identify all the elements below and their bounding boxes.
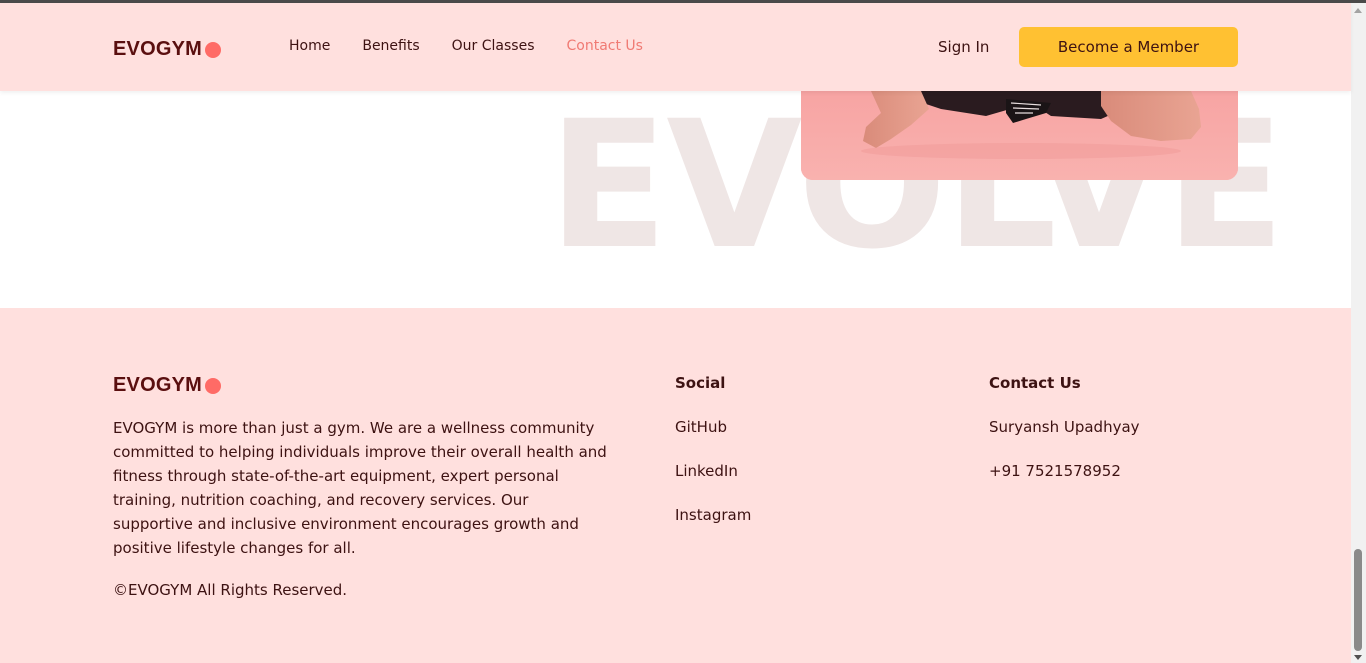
footer-about-text: EVOGYM is more than just a gym. We are a… [113,419,607,557]
nav-links: Home Benefits Our Classes Contact Us [289,38,675,54]
footer: EVOGYM EVOGYM is more than just a gym. W… [0,308,1351,663]
logo-text: EVOGYM [113,38,202,60]
footer-logo-dot-icon [205,377,221,394]
scroll-up-arrow-icon[interactable] [1354,8,1362,13]
scroll-down-arrow-icon[interactable] [1354,655,1362,660]
hero-photo [801,91,1238,180]
contact-heading: Contact Us [989,374,1081,392]
logo-dot-icon [205,41,221,58]
nav-link-home[interactable]: Home [289,38,330,54]
footer-copyright: ©EVOGYM All Rights Reserved. [113,581,348,599]
social-heading: Social [675,374,726,392]
nav-logo[interactable]: EVOGYM [113,38,221,61]
social-link-linkedin[interactable]: LinkedIn [675,462,738,480]
nav-link-contact-us[interactable]: Contact Us [567,38,643,54]
scrollbar-thumb[interactable] [1354,549,1362,651]
nav-link-benefits[interactable]: Benefits [362,38,419,54]
social-link-instagram[interactable]: Instagram [675,506,751,524]
navbar: EVOGYM Home Benefits Our Classes Contact… [0,3,1351,91]
hero-photo-illustration [801,91,1238,180]
vertical-scrollbar[interactable] [1351,3,1366,663]
footer-logo-text: EVOGYM [113,374,202,396]
contact-phone: +91 7521578952 [989,462,1121,480]
social-link-github[interactable]: GitHub [675,418,727,436]
footer-logo[interactable]: EVOGYM [113,374,221,397]
contact-name: Suryansh Upadhyay [989,418,1140,436]
nav-link-our-classes[interactable]: Our Classes [452,38,535,54]
sign-in-link[interactable]: Sign In [938,38,989,56]
become-member-button[interactable]: Become a Member [1019,27,1238,67]
